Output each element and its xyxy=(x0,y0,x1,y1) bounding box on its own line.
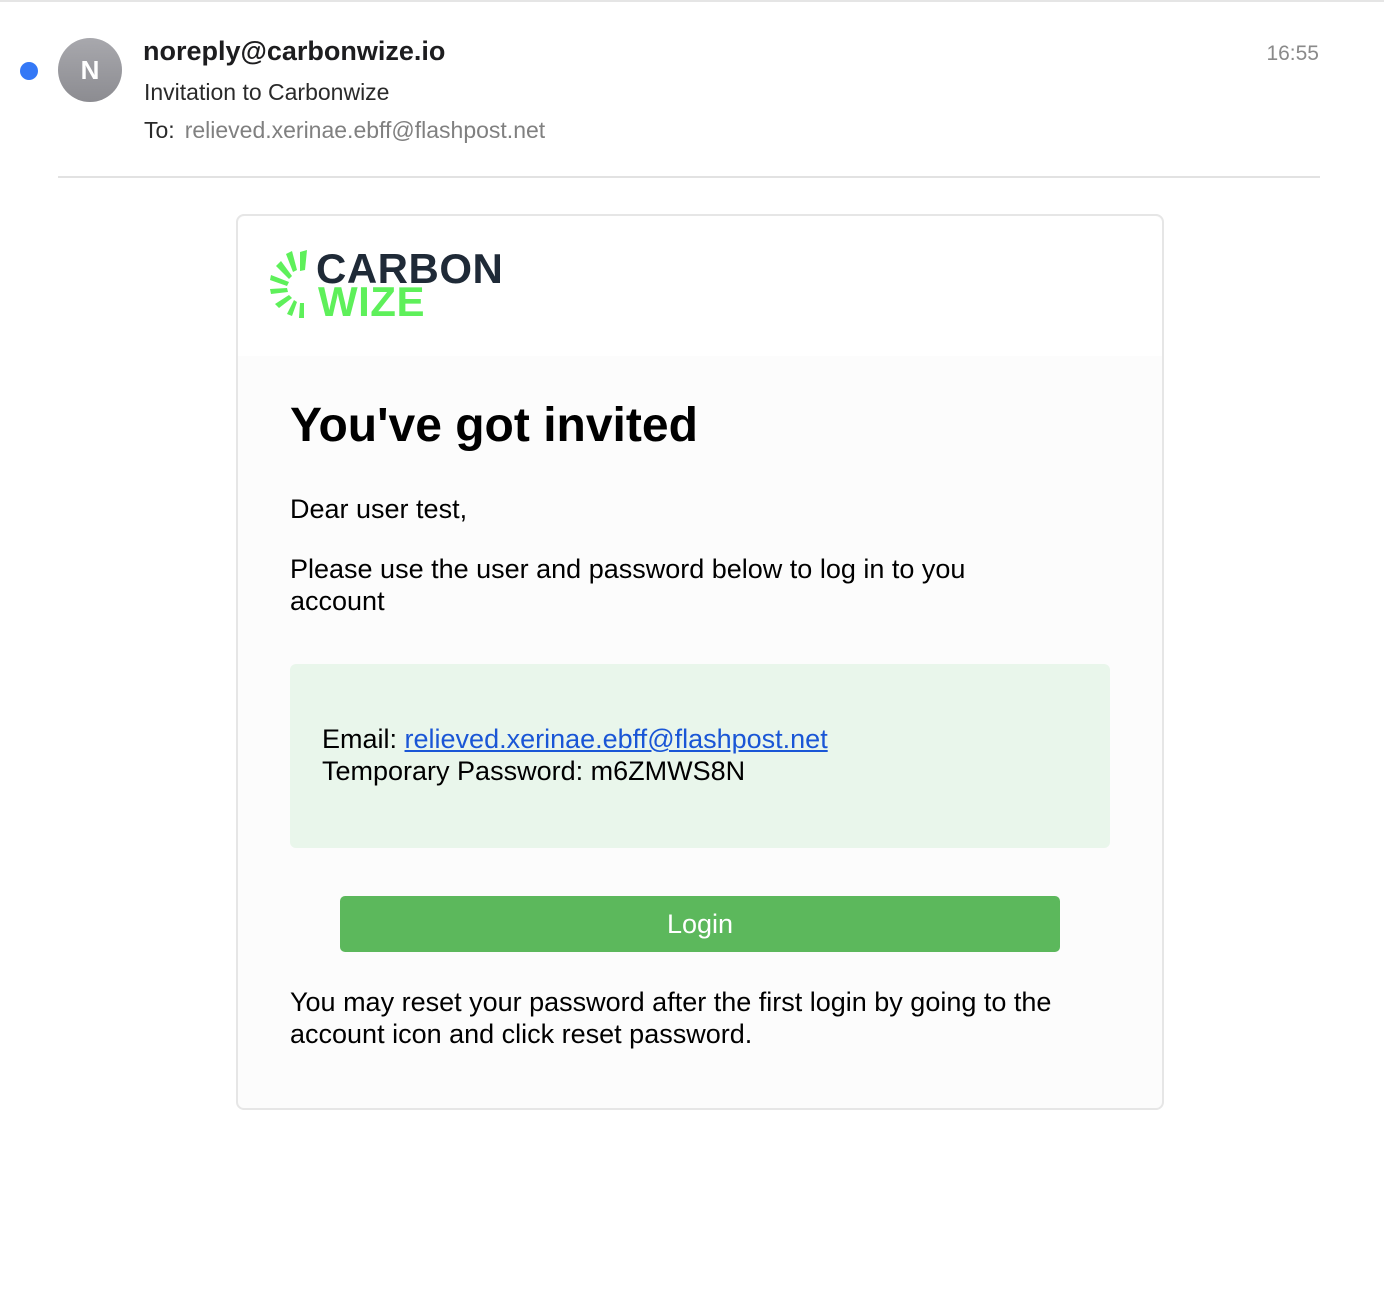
credential-password-line: Temporary Password: m6ZMWS8N xyxy=(322,756,745,787)
email-headline: You've got invited xyxy=(290,399,698,452)
reset-password-note: You may reset your password after the fi… xyxy=(290,987,1052,1049)
email-card-header: CARBON WIZE xyxy=(238,216,1162,356)
avatar-initial: N xyxy=(80,54,100,85)
credential-password-value: m6ZMWS8N xyxy=(590,756,746,786)
to-label: To: xyxy=(144,117,175,143)
carbonwize-logo: CARBON WIZE xyxy=(270,248,503,325)
logo-wordmark-wize: WIZE xyxy=(318,278,425,325)
message-header: N noreply@carbonwize.io Invitation to Ca… xyxy=(0,0,1384,178)
recipient-line: To: relieved.xerinae.ebff@flashpost.net xyxy=(144,117,545,144)
unread-indicator[interactable] xyxy=(20,62,38,80)
credential-email-line: Email: relieved.xerinae.ebff@flashpost.n… xyxy=(322,724,828,755)
sender-avatar: N xyxy=(58,38,122,102)
credential-email-label: Email: xyxy=(322,724,398,754)
email-instructions: Please use the user and password below t… xyxy=(290,554,966,616)
message-time: 16:55 xyxy=(1266,42,1319,65)
credential-password-label: Temporary Password: xyxy=(322,756,584,786)
credentials-box: Email: relieved.xerinae.ebff@flashpost.n… xyxy=(290,664,1110,848)
header-divider xyxy=(58,176,1320,178)
email-greeting: Dear user test, xyxy=(290,494,468,524)
email-card: CARBON WIZE You've got invited Dear user… xyxy=(236,214,1164,1110)
credential-email-link[interactable]: relieved.xerinae.ebff@flashpost.net xyxy=(405,724,828,754)
carbonwize-burst-icon xyxy=(270,250,307,318)
recipient-address[interactable]: relieved.xerinae.ebff@flashpost.net xyxy=(185,117,545,143)
sender-address[interactable]: noreply@carbonwize.io xyxy=(143,36,445,67)
login-button[interactable]: Login xyxy=(340,896,1060,952)
message-subject: Invitation to Carbonwize xyxy=(144,79,390,105)
